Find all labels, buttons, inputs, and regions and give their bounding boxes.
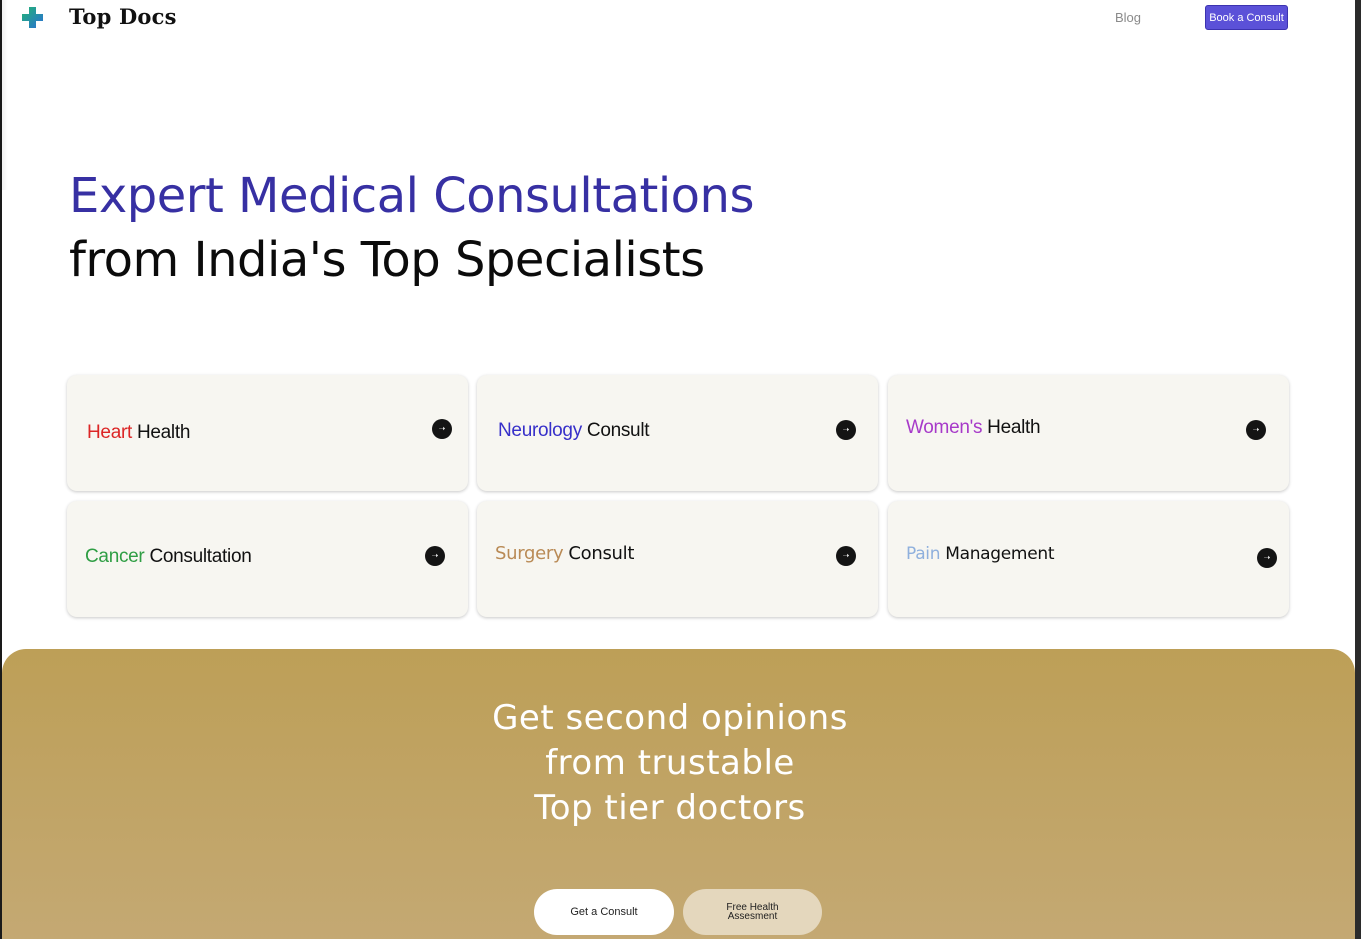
card-title: Heart Health xyxy=(87,422,190,444)
card-title: Neurology Consult xyxy=(498,420,650,442)
card-title-accent: Surgery xyxy=(495,543,564,564)
card-title-rest: Health xyxy=(136,422,191,443)
card-neurology-consult[interactable]: Neurology Consult ➝ xyxy=(477,375,878,491)
card-heart-health[interactable]: Heart Health ➝ xyxy=(67,375,468,491)
window-shadow xyxy=(0,0,8,190)
get-consult-button[interactable]: Get a Consult xyxy=(534,889,674,935)
hero-title-line1: Expert Medical Consultations xyxy=(69,168,754,224)
book-consult-button[interactable]: Book a Consult xyxy=(1205,5,1288,30)
card-title: Pain Management xyxy=(906,544,1055,564)
arrow-right-icon[interactable]: ➝ xyxy=(836,546,856,566)
card-title-accent: Heart xyxy=(87,422,132,443)
arrow-right-icon[interactable]: ➝ xyxy=(836,420,856,440)
card-title-accent: Pain xyxy=(906,544,941,564)
card-title-accent: Women's xyxy=(906,417,983,438)
card-cancer-consultation[interactable]: Cancer Consultation ➝ xyxy=(67,501,468,617)
card-pain-management[interactable]: Pain Management ➝ xyxy=(888,501,1289,617)
nav-blog-link[interactable]: Blog xyxy=(1115,10,1141,25)
card-title-rest: Consult xyxy=(568,543,635,564)
brand-name[interactable]: Top Docs xyxy=(69,4,177,29)
arrow-right-icon[interactable]: ➝ xyxy=(432,419,452,439)
medical-cross-icon xyxy=(22,7,43,28)
window-scrollbar[interactable] xyxy=(1355,0,1361,939)
card-title-accent: Cancer xyxy=(85,546,145,567)
card-title: Women's Health xyxy=(906,417,1041,439)
card-surgery-consult[interactable]: Surgery Consult ➝ xyxy=(477,501,878,617)
free-health-assessment-button[interactable]: Free Health Assesment xyxy=(683,889,822,935)
arrow-right-icon[interactable]: ➝ xyxy=(1257,548,1277,568)
card-title: Cancer Consultation xyxy=(85,546,252,568)
card-title: Surgery Consult xyxy=(495,543,634,564)
card-title-rest: Management xyxy=(945,544,1055,564)
arrow-right-icon[interactable]: ➝ xyxy=(425,546,445,566)
card-title-rest: Health xyxy=(987,417,1041,438)
arrow-right-icon[interactable]: ➝ xyxy=(1246,420,1266,440)
card-title-rest: Consultation xyxy=(149,546,252,567)
card-title-accent: Neurology xyxy=(498,420,582,441)
banner-line2: from trustable xyxy=(545,743,795,783)
hero-heading: Expert Medical Consultations from India'… xyxy=(69,164,754,292)
free-button-line2: Assesment xyxy=(727,911,778,922)
banner-line1: Get second opinions xyxy=(492,698,848,738)
banner-heading: Get second opinions from trustable Top t… xyxy=(0,696,1340,831)
hero-title-line2: from India's Top Specialists xyxy=(69,232,705,288)
card-title-rest: Consult xyxy=(586,420,650,441)
banner-line3: Top tier doctors xyxy=(534,788,806,828)
card-womens-health[interactable]: Women's Health ➝ xyxy=(888,375,1289,491)
